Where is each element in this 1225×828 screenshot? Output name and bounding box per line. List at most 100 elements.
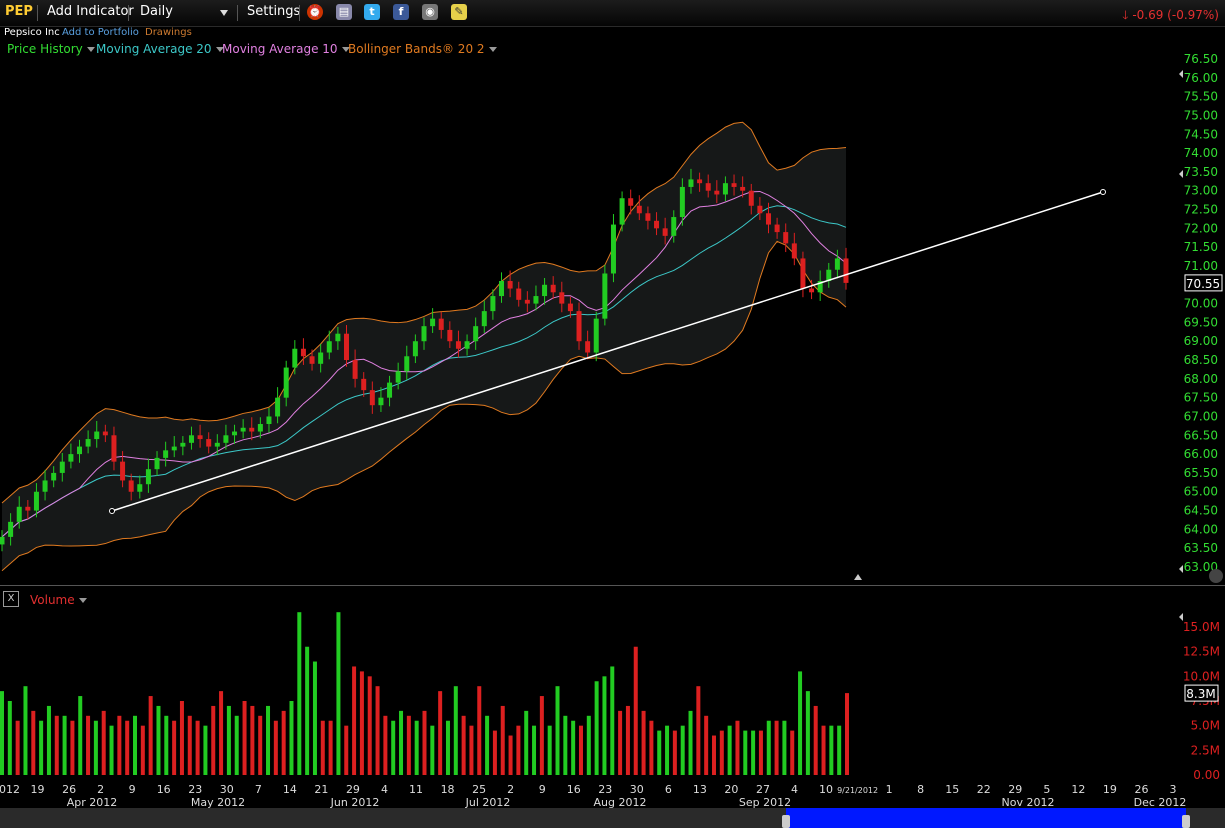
x-tick-label: 4	[791, 783, 798, 796]
price-tick-label: 69.50	[1184, 315, 1218, 329]
candle-body	[42, 480, 48, 492]
candle-body	[731, 183, 737, 187]
candle-body	[705, 183, 711, 191]
volume-bar	[508, 735, 513, 775]
volume-label: Volume	[30, 593, 75, 607]
volume-bar	[281, 710, 286, 775]
x-tick-label: 5	[1043, 783, 1050, 796]
x-tick-label: 10	[819, 783, 833, 796]
volume-bar	[336, 612, 341, 775]
candle-body	[636, 205, 642, 214]
price-tick-label: 73.50	[1184, 165, 1218, 179]
x-tick-label: 9	[539, 783, 546, 796]
volume-bar	[625, 705, 630, 775]
price-tick-label: 68.50	[1184, 353, 1218, 367]
close-volume-button[interactable]: X	[3, 591, 19, 607]
candle-body	[0, 536, 5, 545]
volume-bar	[367, 676, 372, 775]
volume-bar	[461, 715, 466, 775]
candle-body	[662, 228, 668, 236]
volume-bar	[492, 730, 497, 775]
last-price-label: 70.55	[1186, 277, 1220, 291]
candle-body	[51, 472, 57, 481]
candle-body	[77, 446, 83, 455]
volume-bar	[312, 661, 317, 775]
candle-body	[214, 442, 220, 447]
x-tick-label: 2	[97, 783, 104, 796]
price-tick-label: 69.00	[1184, 334, 1218, 348]
candle-body	[188, 435, 194, 443]
candle-body	[163, 450, 169, 458]
candle-body	[318, 352, 324, 364]
volume-bar	[406, 715, 411, 775]
price-tick-label: 74.00	[1184, 146, 1218, 160]
candle-body	[120, 461, 126, 481]
candle-body	[378, 397, 384, 406]
volume-bar	[172, 720, 177, 775]
candle-body	[137, 484, 143, 492]
volume-bar	[23, 686, 28, 775]
price-tick-label: 71.00	[1184, 259, 1218, 273]
price-tick-label: 64.00	[1184, 522, 1218, 536]
x-tick-label: 22	[977, 783, 991, 796]
candle-body	[257, 424, 263, 432]
volume-bar	[477, 686, 482, 775]
candle-body	[722, 183, 728, 195]
price-tick-label: 65.00	[1184, 485, 1218, 499]
trend-line-handle	[109, 508, 115, 514]
volume-bar	[219, 691, 224, 775]
volume-bar	[657, 730, 662, 775]
candle-body	[300, 348, 306, 357]
candle-body	[197, 435, 203, 440]
candle-body	[843, 258, 849, 283]
volume-bar	[391, 720, 396, 775]
candle-body	[361, 378, 367, 391]
price-tick-label: 67.50	[1184, 391, 1218, 405]
candle-body	[783, 232, 789, 244]
volume-bar	[46, 705, 51, 775]
navigator-left-handle[interactable]	[782, 815, 790, 828]
volume-bar	[774, 720, 779, 775]
volume-bar	[359, 671, 364, 775]
volume-bar	[156, 705, 161, 775]
candle-body	[309, 356, 315, 364]
x-tick-label: 18	[441, 783, 455, 796]
volume-bar	[375, 686, 380, 775]
scroll-left-icon	[1179, 170, 1183, 178]
volume-bar	[453, 686, 458, 775]
candle-body	[524, 299, 530, 304]
x-tick-label: 8	[917, 783, 924, 796]
candle-body	[412, 341, 418, 357]
volume-bar	[696, 686, 701, 775]
chevron-down-icon[interactable]	[78, 598, 87, 603]
navigator-selection[interactable]	[786, 808, 1186, 828]
volume-bar	[289, 701, 294, 775]
volume-bar	[328, 720, 333, 775]
x-tick-label: 20	[724, 783, 738, 796]
volume-bar	[704, 715, 709, 775]
volume-bar	[7, 701, 12, 775]
volume-bar	[743, 730, 748, 775]
candle-body	[645, 213, 651, 221]
stock-chart[interactable]: 76.50 76.00 75.50 75.00 74.50 74.00 73.50 73.00…	[0, 0, 1225, 828]
candle-body	[421, 326, 427, 342]
x-tick-label: 6	[665, 783, 672, 796]
volume-bar	[680, 725, 685, 775]
candle-body	[559, 292, 565, 304]
x-tick-label: 29	[346, 783, 360, 796]
candle-body	[352, 360, 358, 379]
volume-bar	[445, 720, 450, 775]
navigator-right-handle[interactable]	[1182, 815, 1190, 828]
volume-bar	[672, 730, 677, 775]
candle-body	[593, 318, 599, 353]
volume-bar	[837, 725, 842, 775]
x-tick-label: 16	[157, 783, 171, 796]
volume-bar	[758, 730, 763, 775]
price-tick-label: 73.00	[1184, 184, 1218, 198]
candle-body	[85, 439, 91, 447]
panel-divider[interactable]	[0, 585, 1225, 586]
x-tick-label: 30	[630, 783, 644, 796]
volume-indicator[interactable]: Volume	[30, 593, 87, 607]
candle-body	[740, 186, 746, 191]
volume-tick-label: 10.0M	[1183, 669, 1220, 683]
